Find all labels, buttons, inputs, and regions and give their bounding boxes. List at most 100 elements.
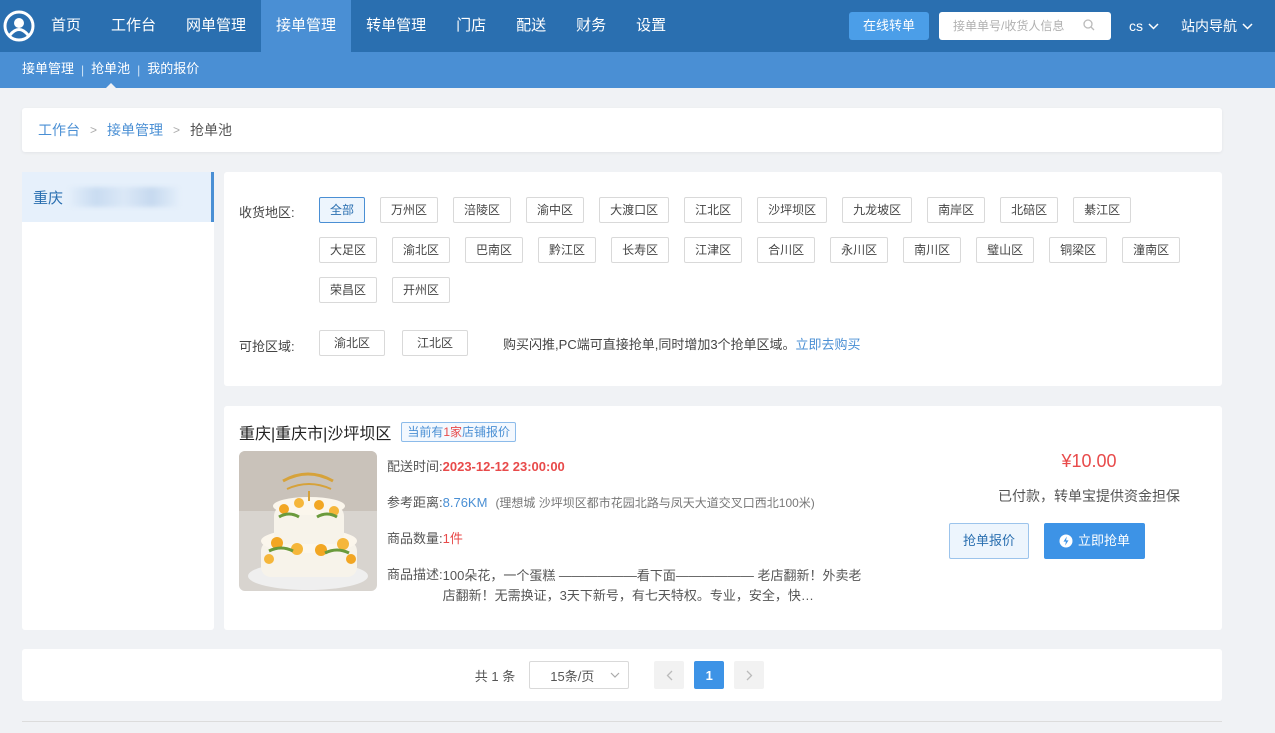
breadcrumb-workbench[interactable]: 工作台 bbox=[38, 120, 80, 140]
region-tag[interactable]: 长寿区 bbox=[611, 237, 670, 263]
prev-page-button[interactable] bbox=[654, 661, 685, 689]
nav-item-settings[interactable]: 设置 bbox=[621, 0, 681, 52]
region-tag[interactable]: 沙坪坝区 bbox=[757, 197, 828, 223]
region-tag[interactable]: 永川区 bbox=[830, 237, 889, 263]
promo-text: 购买闪推,PC端可直接抢单,同时增加3个抢单区域。 bbox=[503, 336, 796, 352]
region-tag[interactable]: 涪陵区 bbox=[453, 197, 512, 223]
lightning-icon bbox=[1059, 534, 1073, 548]
region-tag[interactable]: 北碚区 bbox=[1000, 197, 1059, 223]
region-tag[interactable]: 渝北区 bbox=[392, 237, 451, 263]
region-tag[interactable]: 南川区 bbox=[903, 237, 962, 263]
region-tag[interactable]: 江津区 bbox=[684, 237, 743, 263]
distance-value: 8.76KM bbox=[442, 495, 488, 510]
search-box bbox=[939, 12, 1111, 40]
region-tag[interactable]: 全部 bbox=[319, 197, 366, 223]
order-location: 重庆|重庆市|沙坪坝区 bbox=[239, 426, 392, 443]
filter-card: 收货地区: 全部 万州区 涪陵区 渝中区 大渡口区 江北区 沙坪坝区 九龙坡区 南岸区 北碚区 綦江… bbox=[224, 172, 1222, 386]
distance-label: 参考距离: bbox=[387, 495, 443, 510]
blurred-text bbox=[69, 187, 180, 207]
grab-now-label: 立即抢单 bbox=[1077, 533, 1130, 548]
region-tag[interactable]: 万州区 bbox=[380, 197, 439, 223]
nav-item-finance[interactable]: 财务 bbox=[561, 0, 621, 52]
nav-item-order-transfer[interactable]: 转单管理 bbox=[351, 0, 441, 52]
subnav-item-my-quotes[interactable]: 我的报价 bbox=[147, 52, 199, 88]
subnav-item-order-receiving[interactable]: 接单管理 bbox=[22, 52, 74, 88]
nav-item-home[interactable]: 首页 bbox=[36, 0, 96, 52]
site-nav-label: 站内导航 bbox=[1181, 18, 1237, 34]
region-tag[interactable]: 南岸区 bbox=[927, 197, 986, 223]
order-price: ¥10.00 bbox=[1061, 451, 1117, 471]
delivery-time-row: 配送时间: 2023-12-12 23:00:00 bbox=[387, 458, 897, 476]
region-tags: 全部 万州区 涪陵区 渝中区 大渡口区 江北区 沙坪坝区 九龙坡区 南岸区 北碚区 綦江区大足区 渝北… bbox=[319, 197, 1199, 317]
region-tag[interactable]: 綦江区 bbox=[1073, 197, 1132, 223]
breadcrumb-order-receiving[interactable]: 接单管理 bbox=[107, 120, 163, 140]
city-name: 重庆 bbox=[33, 189, 64, 207]
distance-row: 参考距离: 8.76KM (理想城 沙坪坝区都市花园北路与凤天大道交叉口西北10… bbox=[387, 494, 897, 512]
online-transfer-button[interactable]: 在线转单 bbox=[848, 12, 929, 40]
page-size-select[interactable]: 15条/页 bbox=[529, 661, 630, 689]
region-tag[interactable]: 潼南区 bbox=[1122, 237, 1181, 263]
quantity-value: 1件 bbox=[442, 531, 463, 546]
total-count: 共 1 条 bbox=[474, 668, 516, 684]
nav-item-stores[interactable]: 门店 bbox=[441, 0, 501, 52]
grab-region-label: 可抢区域: bbox=[239, 339, 295, 354]
subnav-item-grab-pool[interactable]: 抢单池 bbox=[91, 52, 130, 88]
chevron-down-icon bbox=[1242, 22, 1253, 30]
subnav-separator: | bbox=[81, 63, 85, 77]
city-panel: 重庆 bbox=[22, 172, 214, 630]
region-tag[interactable]: 合川区 bbox=[757, 237, 816, 263]
nav-item-order-receiving[interactable]: 接单管理 bbox=[261, 0, 352, 52]
city-item-chongqing[interactable]: 重庆 bbox=[22, 172, 214, 222]
grab-region-tag[interactable]: 渝北区 bbox=[319, 330, 386, 356]
nav-item-workbench[interactable]: 工作台 bbox=[96, 0, 171, 52]
breadcrumb-current: 抢单池 bbox=[190, 122, 233, 138]
quantity-label: 商品数量: bbox=[387, 531, 443, 546]
region-tag[interactable]: 铜梁区 bbox=[1049, 237, 1108, 263]
brand-logo-icon[interactable] bbox=[2, 9, 36, 43]
nav-right: 在线转单 cs 站内导航 bbox=[848, 0, 1275, 52]
quote-count-badge: 当前有1家店铺报价 bbox=[401, 422, 517, 442]
region-tag[interactable]: 黔江区 bbox=[538, 237, 597, 263]
region-tag[interactable]: 大渡口区 bbox=[599, 197, 670, 223]
search-input[interactable] bbox=[953, 19, 1083, 33]
divider bbox=[22, 721, 1222, 722]
chevron-right-icon bbox=[746, 670, 753, 680]
badge-count: 1家 bbox=[443, 425, 463, 439]
buy-now-link[interactable]: 立即去购买 bbox=[796, 334, 861, 353]
nav-item-delivery[interactable]: 配送 bbox=[501, 0, 561, 52]
badge-suffix: 店铺报价 bbox=[462, 425, 511, 439]
next-page-button[interactable] bbox=[734, 661, 765, 689]
pagination: 共 1 条 15条/页 1 bbox=[22, 649, 1222, 701]
search-icon[interactable] bbox=[1083, 18, 1095, 34]
site-nav-menu[interactable]: 站内导航 bbox=[1181, 16, 1253, 36]
region-tag[interactable]: 渝中区 bbox=[526, 197, 585, 223]
user-menu[interactable]: cs bbox=[1129, 18, 1159, 34]
region-tag[interactable]: 江北区 bbox=[684, 197, 743, 223]
region-tag[interactable]: 大足区 bbox=[319, 237, 378, 263]
chevron-right-icon: > bbox=[173, 123, 181, 137]
chevron-right-icon: > bbox=[90, 123, 98, 137]
top-nav: 首页 工作台 网单管理 接单管理 转单管理 门店 配送 财务 设置 在线转单 c… bbox=[0, 0, 1275, 52]
page-button-current[interactable]: 1 bbox=[694, 661, 725, 689]
region-tag[interactable]: 九龙坡区 bbox=[842, 197, 913, 223]
address-text: (理想城 沙坪坝区都市花园北路与凤天大道交叉口西北100米) bbox=[495, 496, 815, 510]
quantity-row: 商品数量: 1件 bbox=[387, 530, 897, 548]
chevron-down-icon bbox=[610, 672, 620, 678]
region-tag[interactable]: 巴南区 bbox=[465, 237, 524, 263]
region-tag[interactable]: 璧山区 bbox=[976, 237, 1035, 263]
grab-region-tag[interactable]: 江北区 bbox=[402, 330, 469, 356]
product-image[interactable] bbox=[239, 451, 377, 591]
sub-nav: 接单管理 | 抢单池 | 我的报价 bbox=[0, 52, 1275, 88]
grab-now-button[interactable]: 立即抢单 bbox=[1044, 523, 1145, 559]
region-tag[interactable]: 开州区 bbox=[392, 277, 451, 303]
nav-item-online-orders[interactable]: 网单管理 bbox=[171, 0, 261, 52]
scrollbar[interactable] bbox=[1271, 88, 1275, 733]
region-tag[interactable]: 荣昌区 bbox=[319, 277, 378, 303]
quote-button[interactable]: 抢单报价 bbox=[949, 523, 1029, 559]
delivery-time-label: 配送时间: bbox=[387, 459, 443, 474]
delivery-time-value: 2023-12-12 23:00:00 bbox=[442, 459, 565, 474]
user-label: cs bbox=[1129, 18, 1143, 34]
order-title: 重庆|重庆市|沙坪坝区 当前有1家店铺报价 bbox=[239, 420, 517, 444]
chevron-left-icon bbox=[666, 670, 673, 680]
paid-note: 已付款，转单宝提供资金担保 bbox=[998, 488, 1180, 504]
